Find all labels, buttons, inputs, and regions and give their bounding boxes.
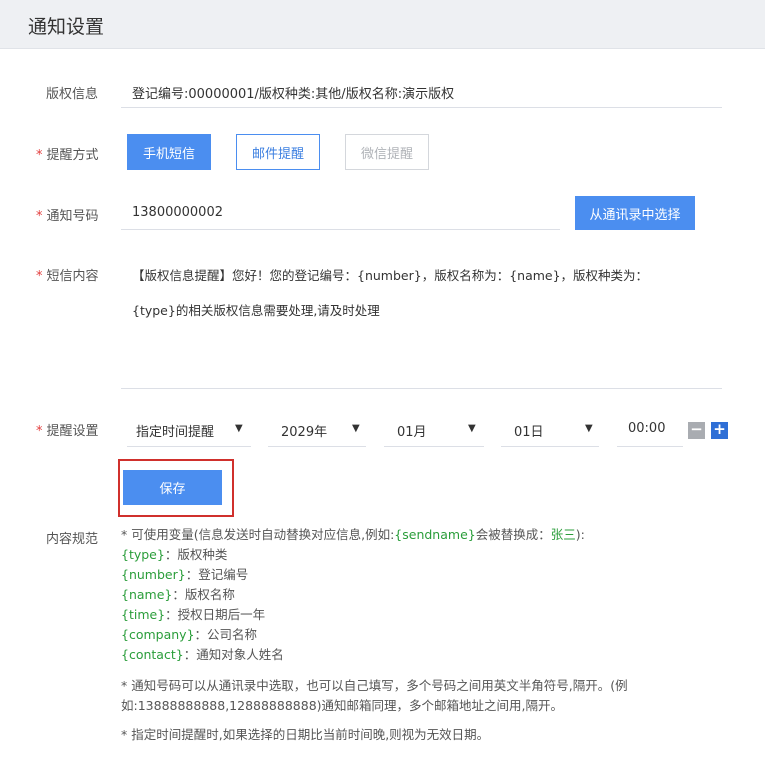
wechat-method-button[interactable]: 微信提醒 [345,134,429,170]
year-value: 2029年 [281,425,328,440]
rules-var-item: {type}：版权种类 [121,547,228,562]
day-value: 01日 [514,425,544,440]
save-button[interactable]: 保存 [123,470,222,505]
chevron-down-icon: ▼ [468,423,476,434]
chevron-down-icon: ▼ [235,423,243,434]
rules-var-item: {number}：登记编号 [121,567,249,582]
sms-content-line-1: 【版权信息提醒】您好！您的登记编号：{number}，版权名称为：{name}，… [132,268,649,283]
notify-number-label: * 通知号码 [36,209,99,224]
copyright-value: 登记编号:00000001/版权种类:其他/版权名称:演示版权 [132,87,455,102]
remind-setting-label: * 提醒设置 [36,424,99,439]
copyright-underline [121,107,722,108]
chevron-down-icon: ▼ [585,423,593,434]
year-select[interactable]: 2029年 ▼ [268,411,366,447]
chevron-down-icon: ▼ [352,423,360,434]
day-select[interactable]: 01日 ▼ [501,411,599,447]
minus-icon[interactable]: − [688,422,705,439]
rules-note-contacts: * 通知号码可以从通讯录中选取，也可以自己填写，多个号码之间用英文半角符号,隔开… [121,678,628,713]
rules-note-date: * 指定时间提醒时,如果选择的日期比当前时间晚,则视为无效日期。 [121,727,490,742]
pick-from-contacts-button[interactable]: 从通讯录中选择 [575,196,695,230]
rules-var-item: {company}：公司名称 [121,627,258,642]
remind-mode-select[interactable]: 指定时间提醒 ▼ [127,411,251,447]
rules-var-item: {time}：授权日期后一年 [121,607,266,622]
required-mark: * [36,148,43,163]
content-rules-label: 内容规范 [46,532,99,547]
page-header: 通知设置 [0,0,765,49]
month-select[interactable]: 01月 ▼ [384,411,484,447]
notify-number-underline [121,229,560,230]
rules-var-item: {contact}：通知对象人姓名 [121,647,284,662]
required-mark: * [36,424,43,439]
time-value: 00:00 [628,421,666,436]
sms-method-button[interactable]: 手机短信 [127,134,211,170]
month-value: 01月 [397,425,427,440]
email-method-button[interactable]: 邮件提醒 [236,134,320,170]
required-mark: * [36,209,43,224]
sms-content-underline [121,388,722,389]
sms-content-textarea[interactable]: 【版权信息提醒】您好！您的登记编号：{number}，版权名称为：{name}，… [121,258,722,388]
copyright-label: 版权信息 [46,87,99,102]
notify-number-input[interactable]: 13800000002 [132,205,223,220]
time-input[interactable]: 00:00 [617,411,683,447]
required-mark: * [36,269,43,284]
rules-intro: * 可使用变量(信息发送时自动替换对应信息,例如:{sendname}会被替换成… [121,527,585,542]
sms-content-line-2: {type}的相关版权信息需要处理,请及时处理 [132,303,380,318]
remind-method-label: * 提醒方式 [36,148,99,163]
remind-mode-value: 指定时间提醒 [136,425,215,440]
page-title: 通知设置 [28,16,105,38]
rules-var-item: {name}：版权名称 [121,587,235,602]
sms-content-label: * 短信内容 [36,269,99,284]
plus-icon[interactable]: + [711,422,728,439]
